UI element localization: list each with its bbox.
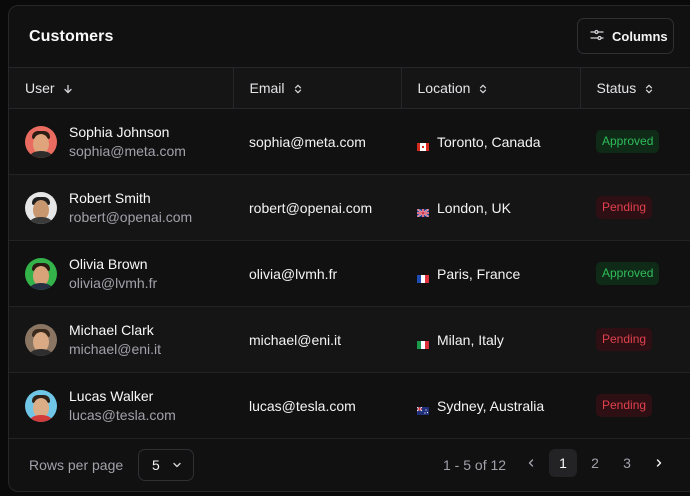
location-cell: Milan, Italy <box>401 307 580 373</box>
user-email: olivia@lvmh.fr <box>69 274 158 291</box>
avatar <box>25 125 57 158</box>
italy-flag-icon <box>417 336 429 349</box>
table-footer: Rows per page 5 1 - 5 of 12 1 2 3 <box>9 436 690 491</box>
table-row[interactable]: Sophia Johnson sophia@meta.com sophia@met… <box>9 109 690 175</box>
rows-per-page-value: 5 <box>152 457 160 473</box>
table-row[interactable]: Robert Smith robert@openai.com robert@ope… <box>9 174 690 241</box>
user-name: Sophia Johnson <box>69 123 170 140</box>
user-email: lucas@tesla.com <box>69 406 176 423</box>
location-cell: Paris, France <box>401 241 580 307</box>
location-cell: Toronto, Canada <box>401 109 580 175</box>
user-email: sophia@meta.com <box>69 142 186 159</box>
table-row[interactable]: Olivia Brown olivia@lvmh.fr olivia@lvmh.f… <box>9 241 690 307</box>
email-cell: lucas@tesla.com <box>249 397 356 414</box>
status-badge: Approved <box>596 130 660 153</box>
status-badge: Pending <box>596 196 653 219</box>
user-cell: Sophia Johnson sophia@meta.com <box>9 109 233 175</box>
columns-button[interactable]: Columns <box>577 18 674 54</box>
location-cell: Sydney, Australia <box>401 373 580 439</box>
canada-flag-icon <box>417 138 429 151</box>
user-cell: Michael Clark michael@eni.it <box>9 307 233 373</box>
next-page-button[interactable] <box>645 449 673 477</box>
column-header-status[interactable]: Status <box>580 67 690 109</box>
column-header-user[interactable]: User <box>9 67 234 109</box>
page-title: Customers <box>29 27 114 45</box>
page-button-2[interactable]: 2 <box>581 449 609 477</box>
customers-table: User Email Location Status Sophia Johnso… <box>9 67 690 439</box>
status-cell: Approved <box>580 109 690 175</box>
status-badge: Pending <box>596 394 653 417</box>
column-header-email[interactable]: Email <box>233 67 402 109</box>
location-text: Sydney, Australia <box>437 397 545 414</box>
email-cell: olivia@lvmh.fr <box>249 265 338 282</box>
rows-per-page-label: Rows per page <box>29 456 124 473</box>
status-cell: Pending <box>580 373 690 439</box>
status-cell: Pending <box>580 175 690 241</box>
pagination-range: 1 - 5 of 12 <box>443 456 507 473</box>
customers-card: Customers Columns User Email Location St… <box>8 5 690 492</box>
arrow-down-icon <box>63 84 73 94</box>
chevron-down-icon <box>172 457 182 473</box>
france-flag-icon <box>417 270 429 283</box>
rows-per-page-select[interactable]: 5 <box>138 449 194 481</box>
avatar <box>25 323 57 356</box>
location-cell: London, UK <box>401 175 580 241</box>
email-cell: michael@eni.it <box>249 331 342 348</box>
columns-button-label: Columns <box>612 28 668 44</box>
status-badge: Approved <box>596 262 660 285</box>
australia-flag-icon <box>416 402 429 415</box>
location-text: Paris, France <box>437 265 521 282</box>
location-text: London, UK <box>437 199 511 216</box>
avatar <box>25 389 57 422</box>
pagination: 1 2 3 <box>517 449 673 477</box>
table-row[interactable]: Lucas Walker lucas@tesla.com lucas@tesla.… <box>9 373 690 439</box>
user-name: Lucas Walker <box>69 387 154 404</box>
user-cell: Lucas Walker lucas@tesla.com <box>9 373 233 439</box>
table-header-row: User Email Location Status <box>9 67 690 109</box>
location-text: Milan, Italy <box>437 331 504 348</box>
previous-page-button[interactable] <box>517 449 545 477</box>
uk-flag-icon <box>416 204 430 218</box>
sort-updown-icon <box>293 84 303 94</box>
user-email: michael@eni.it <box>69 340 162 357</box>
avatar <box>25 191 57 224</box>
status-badge: Pending <box>596 328 653 351</box>
user-name: Olivia Brown <box>69 255 148 272</box>
user-cell: Robert Smith robert@openai.com <box>9 175 233 241</box>
table-row[interactable]: Michael Clark michael@eni.it michael@eni.… <box>9 306 690 373</box>
page-button-1[interactable]: 1 <box>549 449 577 477</box>
user-email: robert@openai.com <box>69 208 193 225</box>
email-cell: robert@openai.com <box>249 199 373 216</box>
column-header-location[interactable]: Location <box>401 67 581 109</box>
avatar <box>25 257 57 290</box>
page-button-3[interactable]: 3 <box>613 449 641 477</box>
status-cell: Pending <box>580 307 690 373</box>
email-cell: sophia@meta.com <box>249 133 366 150</box>
chevron-right-icon <box>654 455 664 471</box>
sort-updown-icon <box>644 84 654 94</box>
user-cell: Olivia Brown olivia@lvmh.fr <box>9 241 233 307</box>
status-cell: Approved <box>580 241 690 307</box>
sliders-icon <box>590 28 604 45</box>
chevron-left-icon <box>526 455 536 471</box>
sort-updown-icon <box>478 84 488 94</box>
location-text: Toronto, Canada <box>437 133 541 150</box>
user-name: Robert Smith <box>69 189 151 206</box>
user-name: Michael Clark <box>69 321 154 338</box>
